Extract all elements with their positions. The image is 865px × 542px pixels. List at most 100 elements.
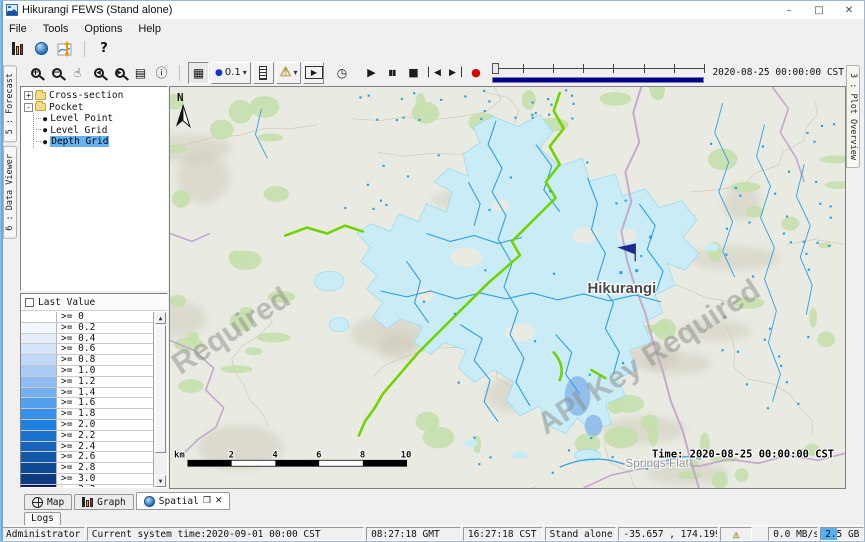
close-tab-icon[interactable]: ✕ <box>215 496 223 506</box>
step-forward-button[interactable]: ▶▕ <box>444 62 465 84</box>
spatial-display-button[interactable] <box>29 39 53 58</box>
tree-node-pocket[interactable]: - Pocket <box>24 102 167 114</box>
legend-color-swatch <box>21 398 57 408</box>
bar-chart-icon <box>12 42 23 55</box>
pan-hand-icon: ☝ <box>74 66 81 80</box>
deep-water-patch <box>585 415 603 437</box>
step-back-icon: ▏◀ <box>428 68 440 78</box>
map-time-label: Time: 2020-08-25 00:00:00 CST <box>652 448 834 460</box>
tree-node-label[interactable]: Level Grid <box>50 125 107 136</box>
help-button[interactable]: ? <box>92 39 116 58</box>
layers-button[interactable]: ▤ <box>130 62 151 84</box>
tab-forecast[interactable]: 5 : Forecast <box>3 65 17 142</box>
map-canvas: API Key Required API Key Required N km 2… <box>170 87 845 488</box>
tree-node-level-point[interactable]: ● Level Point <box>36 113 167 125</box>
zoom-out-button[interactable]: − <box>46 62 67 84</box>
tab-graph-label: Graph <box>97 497 126 508</box>
status-gmt-time: 08:27:18 GMT <box>366 527 461 541</box>
north-label: N <box>177 91 184 104</box>
app-window: Hikurangi FEWS (Stand alone) – □ ✕ File … <box>0 0 865 542</box>
legend-row-label: >= 0.8 <box>57 355 95 365</box>
tree-node-label[interactable]: Level Point <box>50 113 113 124</box>
step-back-button[interactable]: ▏◀ <box>423 62 444 84</box>
pan-button[interactable]: ☝ <box>67 62 88 84</box>
zoom-in-button[interactable]: + <box>25 62 46 84</box>
legend-header: Last Value <box>21 294 167 311</box>
tree-node-depth-grid[interactable]: ● Depth Grid <box>36 136 167 148</box>
legend-color-swatch <box>21 377 57 387</box>
tab-spatial[interactable]: Spatial ❒ ✕ <box>136 492 231 510</box>
tab-data-viewer[interactable]: 6 : Data Viewer <box>3 146 17 239</box>
left-tab-strip: 5 : Forecast 6 : Data Viewer <box>1 59 19 489</box>
menu-options[interactable]: Options <box>76 23 130 35</box>
status-mode: Stand alone <box>545 527 617 541</box>
run-timer-button[interactable]: ◷ <box>331 62 352 84</box>
legend-color-swatch <box>21 431 57 441</box>
close-button[interactable]: ✕ <box>834 1 864 19</box>
right-tab-strip: 3 : Plot Overview <box>846 59 864 489</box>
scroll-down-icon[interactable]: ▼ <box>155 475 166 487</box>
app-icon <box>6 4 18 16</box>
status-warning[interactable]: ⚠ <box>720 527 752 541</box>
tree-node-label[interactable]: Pocket <box>49 102 83 113</box>
zoom-next-button[interactable]: ▸ <box>109 62 130 84</box>
zoom-previous-button[interactable]: ◂ <box>88 62 109 84</box>
play-box-icon: ▶ <box>305 66 323 79</box>
time-slider-handle[interactable] <box>492 63 499 74</box>
legend-row: >= 3.2 <box>21 485 153 487</box>
legend-panel: Last Value >= 0 >= 0.2 >= 0.4 >= 0.6 >= … <box>20 293 168 488</box>
record-button[interactable]: ● <box>465 62 486 84</box>
pause-button[interactable]: ▮▮ <box>381 62 402 84</box>
tab-map[interactable]: Map <box>24 494 72 510</box>
expand-icon[interactable]: + <box>24 91 33 100</box>
scale-tick: 8 <box>360 450 365 460</box>
legend-row-label: >= 1.8 <box>57 409 95 419</box>
tree-node-cross-section[interactable]: + Cross-section <box>24 90 167 102</box>
minimize-button[interactable]: – <box>774 1 804 19</box>
warning-icon: ⚠ <box>280 65 292 80</box>
stop-icon: ■ <box>408 66 417 79</box>
logs-button[interactable]: Logs <box>24 512 61 526</box>
tab-graph[interactable]: Graph <box>74 494 134 510</box>
animation-button[interactable]: ▶ <box>303 62 324 84</box>
timeseries-display-button[interactable] <box>53 39 77 58</box>
ruler-button[interactable] <box>253 62 274 84</box>
classification-value: 0.1 <box>225 67 241 78</box>
collapse-icon[interactable]: - <box>24 103 33 112</box>
scrollbar-thumb[interactable] <box>155 325 166 453</box>
menu-tools[interactable]: Tools <box>35 23 77 35</box>
timer-icon: ◷ <box>337 66 347 80</box>
menu-help[interactable]: Help <box>130 23 169 35</box>
help-icon: ? <box>100 41 108 56</box>
map-view[interactable]: API Key Required API Key Required N km 2… <box>169 86 846 489</box>
scroll-up-icon[interactable]: ▲ <box>155 312 166 324</box>
tree-node-level-grid[interactable]: ● Level Grid <box>36 125 167 137</box>
zoom-next-icon: ▸ <box>115 68 125 78</box>
data-display-button[interactable] <box>5 39 29 58</box>
legend-row-label: >= 1.0 <box>57 366 95 376</box>
tree-node-label[interactable]: Cross-section <box>49 90 123 101</box>
legend-scrollbar[interactable]: ▲ ▼ <box>153 312 167 487</box>
scale-unit: km <box>174 450 185 460</box>
status-user: Administrator <box>1 527 85 541</box>
legend-row-label: >= 2.2 <box>57 431 95 441</box>
tab-plot-overview[interactable]: 3 : Plot Overview <box>846 65 860 168</box>
menu-file[interactable]: File <box>1 23 35 35</box>
grid-icon: ▦ <box>193 66 204 80</box>
legend-row-label: >= 0.2 <box>57 323 95 333</box>
maximize-button[interactable]: □ <box>804 1 834 19</box>
undock-icon[interactable]: ❒ <box>203 496 211 506</box>
stop-button[interactable]: ■ <box>402 62 423 84</box>
window-accent-edge <box>1 1 3 541</box>
scale-tick: 10 <box>401 450 412 460</box>
info-button[interactable]: ⓘ <box>151 62 172 84</box>
thresholds-button[interactable]: ⚠ ▾ <box>276 62 302 84</box>
grid-display-button[interactable]: ▦ <box>188 62 209 84</box>
classification-combo[interactable]: ● 0.1 ▾ <box>211 62 251 84</box>
last-value-checkbox[interactable] <box>25 298 34 307</box>
current-time-label: 2020-08-25 00:00:00 CST <box>712 67 844 78</box>
play-button[interactable]: ▶ <box>360 62 381 84</box>
tree-node-label-selected[interactable]: Depth Grid <box>50 136 109 147</box>
time-slider[interactable] <box>492 61 704 85</box>
layer-tree: + Cross-section - Pocket ● Level Point ●… <box>20 86 168 291</box>
